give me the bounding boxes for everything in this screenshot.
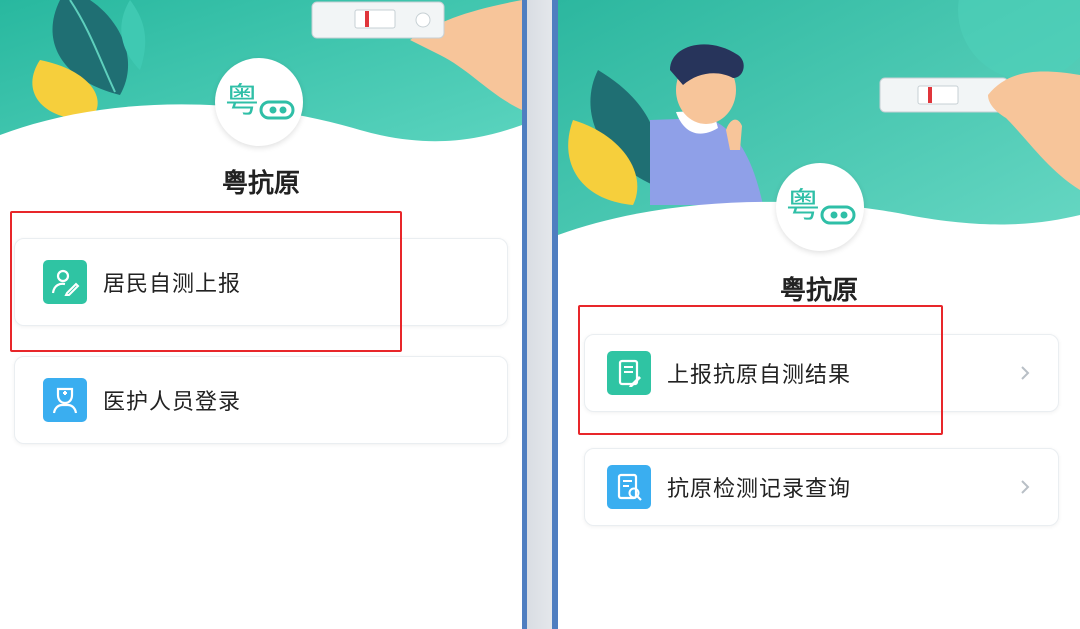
- doctor-icon: [43, 378, 87, 422]
- menu-item-report-antigen-result[interactable]: 上报抗原自测结果: [584, 334, 1059, 412]
- menu-item-label: 居民自测上报: [103, 272, 242, 297]
- left-screen: 粤 粤抗原 居民自测上报 医护人员登录: [0, 0, 522, 629]
- logo-char: 粤: [225, 81, 259, 121]
- app-title: 粤抗原: [779, 276, 858, 306]
- menu-item-antigen-record-query[interactable]: 抗原检测记录查询: [584, 448, 1059, 526]
- menu-item-medical-staff-login[interactable]: 医护人员登录: [14, 356, 508, 444]
- app-logo: 粤: [776, 163, 864, 251]
- report-edit-icon: [607, 351, 651, 395]
- app-title: 粤抗原: [221, 169, 300, 199]
- menu-item-label: 上报抗原自测结果: [667, 363, 852, 388]
- right-screen: 粤 粤抗原 上报抗原自测结果 抗原检测记录查询: [558, 0, 1080, 629]
- user-edit-icon: [43, 260, 87, 304]
- chevron-right-icon: [1021, 480, 1030, 494]
- menu-item-resident-self-report[interactable]: 居民自测上报: [14, 238, 508, 326]
- menu-item-label: 抗原检测记录查询: [667, 477, 852, 502]
- menu-item-label: 医护人员登录: [103, 390, 242, 415]
- panel-divider: [522, 0, 558, 629]
- record-search-icon: [607, 465, 651, 509]
- app-logo: 粤: [215, 58, 303, 146]
- logo-char: 粤: [786, 186, 820, 226]
- chevron-right-icon: [1021, 366, 1030, 380]
